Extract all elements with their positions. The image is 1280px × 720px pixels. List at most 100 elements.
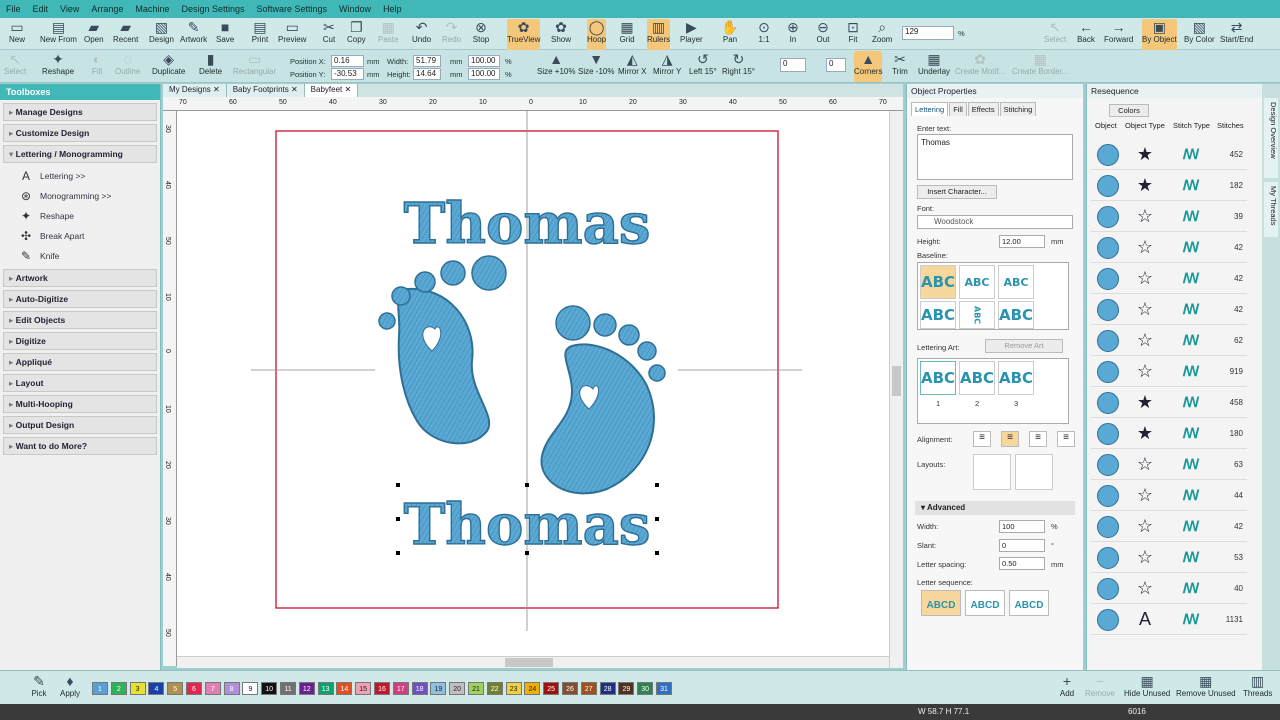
thread-swatch[interactable]: 26 [562,682,578,695]
undo-button[interactable]: ↶ Undo [412,19,431,50]
fit-button[interactable]: ⊡ Fit [844,19,862,50]
align-justify-icon[interactable]: ≡ [1057,431,1075,447]
position-x-input[interactable]: 0.16 [331,55,364,67]
paste-button[interactable]: ▦ Paste [378,19,398,50]
menu-arrange[interactable]: Arrange [91,4,123,14]
pan-button[interactable]: ✋ Pan [721,19,739,50]
toolbox-section-edit-objects[interactable]: Edit Objects [3,311,157,329]
thread-swatch[interactable]: 13 [317,682,334,695]
layout-circle-icon[interactable] [973,454,1011,490]
baseline-option[interactable]: ABC [920,265,956,299]
tab-effects[interactable]: Effects [967,102,999,116]
rotate-input[interactable]: 0 [780,58,806,72]
menu-file[interactable]: File [6,4,21,14]
threads-button[interactable]: ▥ Threads [1243,673,1272,704]
doc-tab-babyfeet[interactable]: Babyfeet ✕ [304,84,359,97]
thread-swatch[interactable]: 9 [242,682,259,695]
toolbox-section-lettering[interactable]: Lettering / Monogramming [3,145,157,163]
remove-button[interactable]: − Remove [1085,673,1115,704]
menu-window[interactable]: Window [339,4,371,14]
sequence-right-to-left[interactable]: ABCD [1009,590,1049,616]
design-text-top[interactable]: Thomas [403,190,651,257]
font-select[interactable]: Woodstock [917,215,1073,229]
baseline-option[interactable]: ABC [920,301,956,329]
menu-help[interactable]: Help [383,4,402,14]
art-option[interactable]: ABC [998,361,1034,395]
open-button[interactable]: ▰ Open [84,19,104,50]
forward-button[interactable]: → Forward [1104,19,1133,50]
thread-swatch[interactable]: 18 [411,682,428,695]
thread-swatch[interactable]: 24 [524,682,541,695]
apply-button[interactable]: ♦ Apply [60,673,80,704]
toolbox-section-appliqu[interactable]: Appliqué [3,353,157,371]
align-right-icon[interactable]: ≡ [1029,431,1047,447]
thread-swatch[interactable]: 28 [599,682,616,695]
trim-button[interactable]: ✂ Trim [891,51,909,82]
thread-swatch[interactable]: 21 [468,682,484,695]
thread-swatch[interactable]: 15 [355,682,372,695]
thread-swatch[interactable]: 7 [204,682,221,695]
corners-button[interactable]: ▲ Corners [854,51,883,82]
save-button[interactable]: ■ Save [216,19,234,50]
size-10-button[interactable]: ▲ Size +10% [537,51,575,82]
resequence-row[interactable]: ★ ꟿ 182 [1091,171,1247,201]
resequence-row[interactable]: ☆ ꟿ 53 [1091,543,1247,573]
slant-input[interactable]: 0 [999,539,1045,552]
thread-swatch[interactable]: 14 [336,682,353,695]
grid-button[interactable]: ▦ Grid [618,19,636,50]
tab-design-overview[interactable]: Design Overview [1264,98,1278,178]
vertical-scrollbar[interactable] [889,111,903,668]
thread-swatch[interactable]: 2 [110,682,127,695]
thread-swatch[interactable]: 3 [129,682,146,695]
doc-tab-my-designs[interactable]: My Designs ✕ [163,84,227,97]
insert-character-button[interactable]: Insert Character... [917,185,997,199]
toolbox-item-lettering[interactable]: A Lettering >> [0,166,160,186]
resequence-row[interactable]: ☆ ꟿ 42 [1091,233,1247,263]
add-button[interactable]: + Add [1058,673,1076,704]
outline-button[interactable]: ◌ Outline [115,51,140,82]
resequence-row[interactable]: ☆ ꟿ 919 [1091,357,1247,387]
thread-swatch[interactable]: 27 [580,682,597,695]
menu-edit[interactable]: Edit [33,4,49,14]
thread-swatch[interactable]: 17 [392,682,409,695]
left-foot-shape[interactable] [378,255,507,445]
design-text-bottom[interactable]: Thomas [403,491,651,558]
thread-swatch[interactable]: 22 [486,682,503,695]
redo-button[interactable]: ↷ Redo [442,19,461,50]
right-foot-shape[interactable] [540,305,666,495]
cut-button[interactable]: ✂ Cut [320,19,338,50]
toolbox-section-multi-hooping[interactable]: Multi-Hooping [3,395,157,413]
by-color-button[interactable]: ▧ By Color [1184,19,1215,50]
scroll-thumb[interactable] [505,658,553,667]
menu-software-settings[interactable]: Software Settings [257,4,328,14]
1-1-button[interactable]: ⊙ 1:1 [755,19,773,50]
design-button[interactable]: ▧ Design [149,19,174,50]
create-border-button[interactable]: ▦ Create Border... [1012,51,1068,82]
select-button[interactable]: ↖ Select [1044,19,1066,50]
thread-swatch[interactable]: 12 [298,682,315,695]
underlay-button[interactable]: ▦ Underlay [918,51,950,82]
mirror-y-button[interactable]: ◮ Mirror Y [653,51,681,82]
resequence-row[interactable]: ☆ ꟿ 39 [1091,202,1247,232]
print-button[interactable]: ▤ Print [251,19,269,50]
preview-button[interactable]: ▭ Preview [278,19,306,50]
new-button[interactable]: ▭ New [8,19,26,50]
resequence-row[interactable]: ☆ ꟿ 42 [1091,264,1247,294]
height-input[interactable]: 14.64 [413,68,441,80]
resequence-row[interactable]: ☆ ꟿ 42 [1091,512,1247,542]
hoop-button[interactable]: ◯ Hoop [587,19,607,50]
menu-view[interactable]: View [60,4,79,14]
slant-input[interactable]: 0 [826,58,846,72]
thread-swatch[interactable]: 31 [656,682,672,695]
thread-swatch[interactable]: 30 [637,682,654,695]
toolbox-item-break-apart[interactable]: ✣ Break Apart [0,226,160,246]
back-button[interactable]: ← Back [1077,19,1095,50]
sequence-left-to-right[interactable]: ABCD [921,590,961,616]
resequence-row[interactable]: ★ ꟿ 458 [1091,388,1247,418]
fill-button[interactable]: ◐ Fill [88,51,106,82]
start-end-button[interactable]: ⇄ Start/End [1220,19,1253,50]
thread-swatch[interactable]: 20 [449,682,466,695]
width-input[interactable]: 51.79 [413,55,441,67]
baseline-option[interactable]: ABC [959,301,995,329]
thread-swatch[interactable]: 16 [374,682,390,695]
